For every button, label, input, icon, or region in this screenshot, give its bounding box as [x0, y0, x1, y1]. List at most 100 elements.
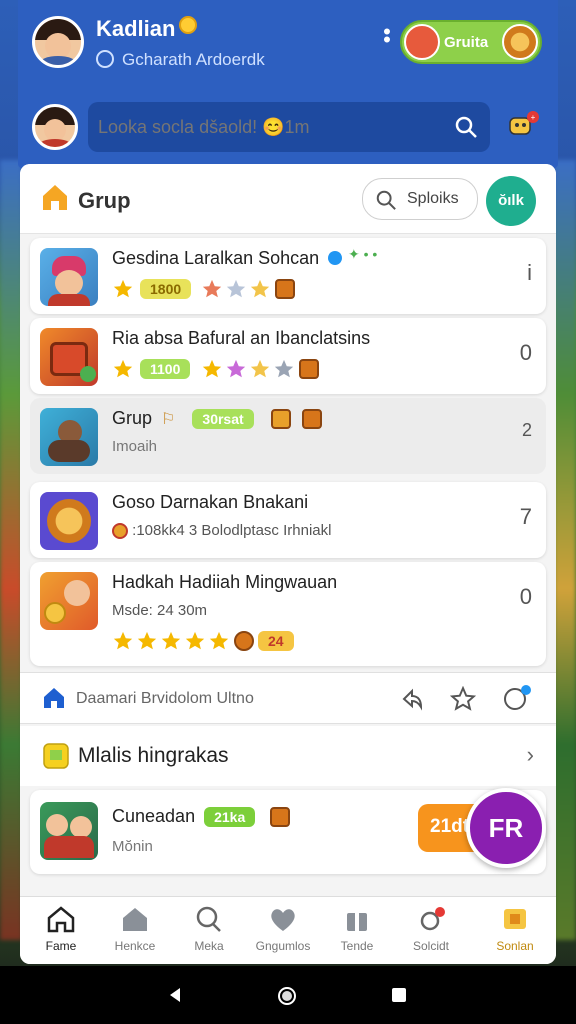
search-button-label: Sploiks	[407, 190, 459, 207]
star-icon	[113, 631, 133, 650]
tab-home[interactable]: Fame	[24, 905, 98, 961]
star-icon	[137, 631, 157, 650]
search-icon	[196, 906, 221, 932]
browse-row[interactable]: Daamari Brvidolom Ultno	[20, 672, 556, 724]
list-item[interactable]: Hadkah Hadiiah Mingwauan Msde: 24 30m 24…	[30, 562, 546, 666]
background-left-blur	[0, 160, 22, 940]
add-group-button[interactable]: ŏılk	[486, 176, 536, 226]
back-icon[interactable]	[166, 986, 184, 1004]
star-icon	[250, 359, 269, 378]
group-pill-button[interactable]: Gruita	[400, 20, 542, 64]
row-title: Ria absa Bafural an Ibanclatsins	[112, 328, 371, 348]
group-avatar-icon	[404, 24, 440, 60]
user-avatar[interactable]	[32, 16, 84, 68]
row-subtitle: Msde: 24 30m	[112, 602, 208, 619]
row-count: 2	[521, 420, 532, 440]
points-pill: 1100	[140, 359, 191, 379]
tab-trophies[interactable]: Sonlan	[478, 905, 552, 961]
settings-icon	[420, 907, 445, 931]
tab-gifts[interactable]: Tende	[320, 905, 394, 961]
row-title-wrap: Grup ⚐ 30rsat	[112, 408, 322, 430]
panel-search-button[interactable]: Sploiks	[362, 178, 478, 220]
list-item[interactable]: Grup ⚐ 30rsat Imoaih 2	[30, 398, 546, 474]
list-item[interactable]: Ria absa Bafural an Ibanclatsins 1100 0	[30, 318, 546, 394]
list-item[interactable]: Goso Darnakan Bnakani :108kk4 3 Bolodlpt…	[30, 482, 546, 558]
profile-avatar-small[interactable]	[32, 104, 78, 150]
floating-action-button[interactable]: FR	[466, 788, 546, 868]
home-icon	[43, 185, 67, 210]
tab-label: Sonlan	[496, 939, 534, 953]
row-rating: 24	[112, 630, 294, 654]
chest-icon	[270, 409, 291, 430]
star-icon	[185, 631, 205, 650]
trophy-icon	[504, 909, 526, 929]
row-subtitle: Imoaih	[112, 438, 158, 455]
house-icon	[123, 908, 147, 931]
search-icon	[376, 190, 396, 210]
star-icon	[226, 359, 245, 378]
gold-badge-icon	[179, 16, 198, 34]
row-meta: 1800	[112, 278, 296, 302]
game-thumbnail	[40, 328, 98, 386]
chest-icon	[270, 807, 291, 828]
star-icon	[227, 279, 246, 298]
tab-house[interactable]: Henkce	[98, 905, 172, 961]
flag-icon: ⚐	[161, 411, 176, 428]
section-label: Mlalis hingrakas	[78, 744, 229, 767]
user-name-wrap: Kadlian	[96, 16, 198, 42]
coin-icon	[112, 523, 128, 540]
search-icon[interactable]	[454, 115, 478, 139]
panel-title: Grup	[78, 188, 131, 213]
tab-label: Solcidt	[412, 939, 450, 953]
list-item[interactable]: Gesdina Laralkan Sohcan ✦ • • 1800 i	[30, 238, 546, 314]
star-icon	[209, 631, 229, 650]
search-bar	[88, 102, 490, 152]
row-count: 7	[519, 504, 532, 529]
tab-settings[interactable]: Solcidt	[394, 905, 468, 961]
user-subtitle-wrap: Gcharath Ardoerdk	[96, 50, 265, 70]
search-input[interactable]	[98, 102, 438, 152]
star-icon	[251, 279, 270, 298]
star-outline-icon[interactable]	[450, 686, 476, 712]
chest-icon	[275, 279, 296, 299]
svg-text:+: +	[531, 113, 536, 122]
row-title: Grup	[112, 408, 153, 428]
row-title: Gesdina Laralkan Sohcan	[112, 248, 320, 268]
browse-row-label: Daamari Brvidolom Ultno	[76, 690, 254, 707]
tab-label: Fame	[45, 939, 77, 953]
background-right-blur	[554, 160, 576, 940]
points-pill: 30rsat	[192, 409, 254, 430]
share-icon[interactable]	[400, 687, 424, 711]
group-pill-label: Gruita	[444, 34, 489, 51]
star-icon	[113, 359, 133, 378]
chevron-right-icon[interactable]: ›	[527, 742, 534, 768]
trophy-icon	[43, 743, 69, 769]
game-thumbnail	[40, 492, 98, 550]
chest-icon	[298, 359, 319, 379]
tab-label: Henkce	[114, 939, 156, 953]
reward-badge: 24	[258, 631, 294, 651]
promo-pill: 21ka	[204, 807, 256, 828]
promo-subtitle: Mŏnin	[112, 838, 153, 855]
tab-search[interactable]: Meka	[172, 905, 246, 961]
home-circle-icon[interactable]	[277, 986, 297, 1006]
bottom-tab-bar: Fame Henkce Meka Gngumlos Tende Solcidt …	[20, 896, 556, 964]
row-count: 0	[519, 584, 532, 609]
recents-icon[interactable]	[390, 986, 408, 1004]
notification-icon[interactable]: +	[506, 110, 540, 140]
group-panel: Grup Sploiks ŏılk Gesdina Laralkan Sohca…	[20, 164, 556, 964]
chat-icon[interactable]	[502, 683, 532, 713]
user-name: Kadlian	[96, 16, 176, 41]
tab-favorites[interactable]: Gngumlos	[246, 905, 320, 961]
star-icon	[203, 279, 222, 298]
row-title: Goso Darnakan Bnakani	[112, 492, 309, 512]
section-header[interactable]: Mlalis hingrakas ›	[20, 726, 556, 786]
star-icon	[202, 359, 221, 378]
game-thumbnail	[40, 408, 98, 466]
promo-thumbnail	[40, 802, 98, 860]
more-options-icon[interactable]: • •	[380, 21, 394, 51]
game-thumbnail	[40, 248, 98, 306]
panel-header: Grup Sploiks ŏılk	[20, 164, 556, 234]
at-icon	[96, 50, 114, 68]
chest-icon	[301, 409, 322, 430]
